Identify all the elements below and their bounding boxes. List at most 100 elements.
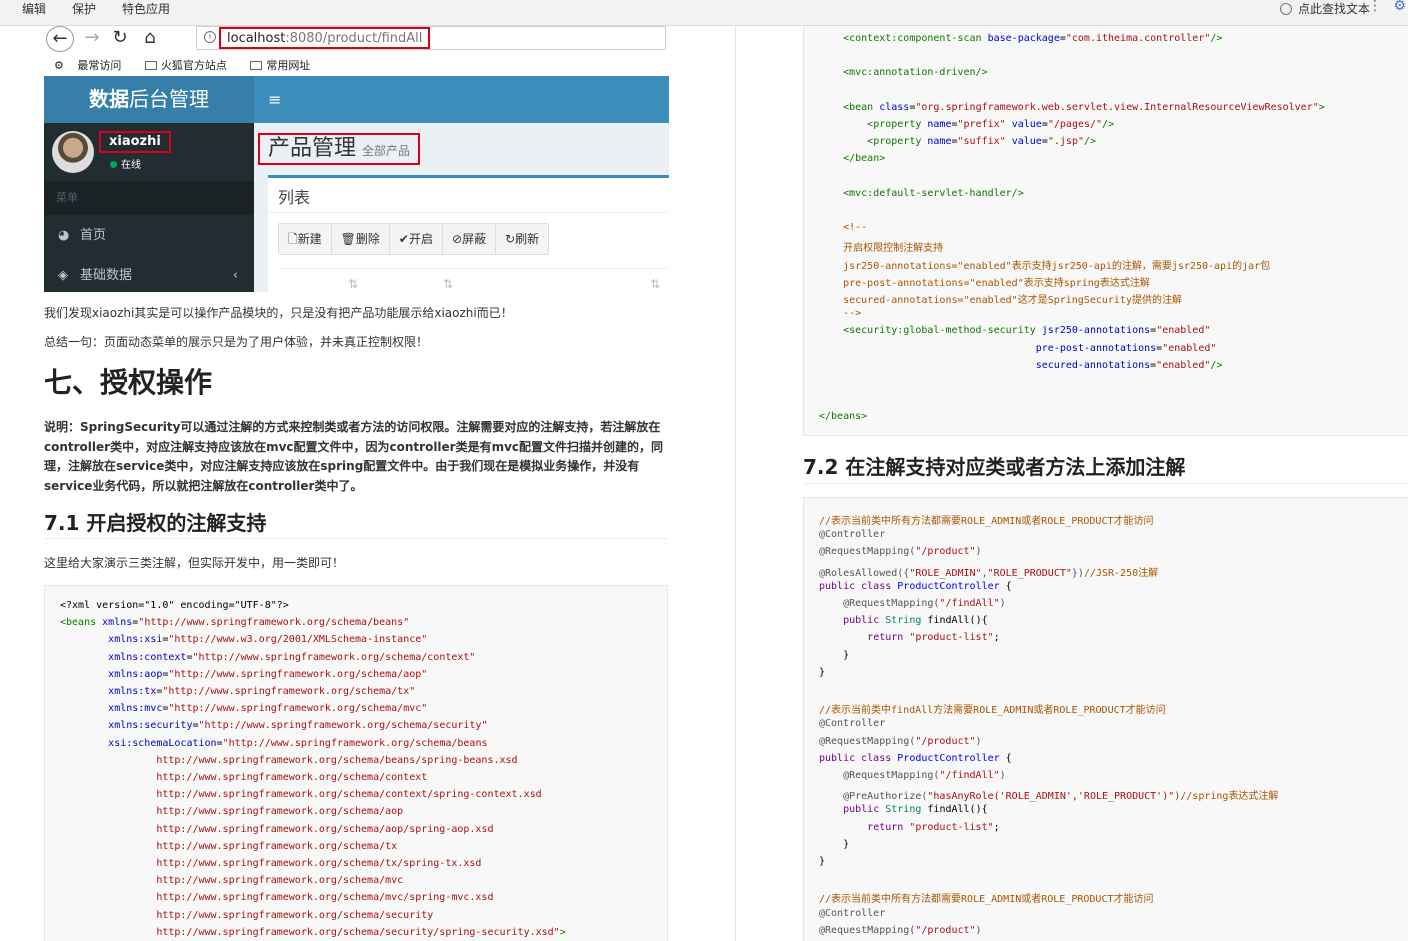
ban-icon: ⊘	[452, 232, 463, 246]
menu-edit[interactable]: 编辑	[22, 0, 46, 16]
find-text-button[interactable]: 点此查找文本	[1279, 0, 1370, 17]
folder-icon	[250, 61, 263, 70]
admin-sidebar: xiaozhi 在线 菜单 ◕ 首页 ◈ 基础数据 ‹	[44, 123, 254, 292]
code-token: pre-post-annotations="enabled"表示支持spring…	[843, 277, 1150, 289]
code-line: public String findAll(){	[819, 804, 988, 815]
code-token: //表示当前类中findAll方法需要ROLE_ADMIN或者ROLE_PROD…	[819, 705, 1166, 717]
code-token: public class	[819, 752, 898, 764]
delete-button: 🗑删除	[331, 224, 390, 254]
code-token: http://www.springframework.org/schema/se…	[60, 926, 560, 938]
code-token: xmlns:security	[108, 720, 193, 732]
code-line: http://www.springframework.org/schema/ao…	[60, 806, 403, 817]
code-line: <property name="prefix" value="/pages/"/…	[819, 119, 1114, 130]
admin-header-bar: ≡	[254, 76, 669, 123]
folder-icon	[144, 61, 157, 70]
list-box: 列表 🗋新建 🗑删除 ✔开启 ⊘屏蔽 ↻刷新 ⇅ ⇅ ⇅	[268, 175, 669, 292]
code-token: )	[999, 770, 1006, 781]
more-icon[interactable]: ⋮	[1368, 0, 1382, 14]
code-token: "http://www.springframework.org/schema/m…	[168, 703, 428, 715]
code-block-java: //表示当前类中所有方法都需要ROLE_ADMIN或者ROLE_PRODUCT才…	[803, 497, 1408, 941]
menu-features[interactable]: 特色应用	[122, 0, 170, 16]
code-token: "ROLE_PRODUCT"	[987, 567, 1072, 579]
code-token: )	[975, 546, 982, 558]
code-token: name	[927, 119, 952, 130]
code-token: </beans>	[819, 411, 868, 423]
code-line: @RolesAllowed({"ROLE_ADMIN","ROLE_PRODUC…	[819, 564, 1158, 579]
sidebar-item-home: ◕ 首页	[44, 217, 254, 255]
code-token: <security:global-method-security	[843, 325, 1042, 337]
code-token: />	[1210, 359, 1223, 371]
table-header: ⇅ ⇅ ⇅	[278, 268, 669, 292]
back-arrow-icon: ←	[46, 26, 74, 52]
reload-icon: ↻	[112, 27, 128, 48]
code-line: }	[819, 667, 825, 678]
code-line: pre-post-annotations="enabled"表示支持spring…	[819, 274, 1150, 289]
code-token: value	[1011, 119, 1042, 130]
sort-icon: ⇅	[443, 277, 454, 291]
bookmark-most-visited: ⚙ 最常访问	[54, 59, 131, 72]
code-token: -->	[843, 308, 862, 320]
code-token: @RequestMapping(	[819, 924, 916, 936]
code-token: <mvc:default-servlet-handler/>	[843, 187, 1024, 199]
code-token: "/findAll"	[939, 770, 1000, 781]
code-line: secured-annotations="enabled"/>	[819, 359, 1223, 371]
code-line: //表示当前类中findAll方法需要ROLE_ADMIN或者ROLE_PROD…	[819, 701, 1166, 716]
code-line: public class ProductController {	[819, 581, 1012, 592]
cube-icon: ◈	[58, 268, 68, 283]
code-token: name	[927, 136, 952, 148]
code-token: http://www.springframework.org/schema/be…	[60, 754, 518, 766]
code-line: secured-annotations="enabled"这才是SpringSe…	[819, 291, 1182, 306]
button-label: 新建	[297, 232, 322, 246]
code-token: "hasAnyRole('ROLE_ADMIN','ROLE_PRODUCT')…	[927, 791, 1175, 803]
code-line: public class ProductController {	[819, 753, 1012, 764]
settings-icon[interactable]: ⚙	[1393, 0, 1406, 14]
code-token: />	[1102, 119, 1115, 130]
page-title: 产品管理	[268, 136, 357, 161]
code-line: <context:component-scan base-package="co…	[819, 33, 1222, 44]
code-line: http://www.springframework.org/schema/se…	[60, 926, 565, 938]
code-line: //表示当前类中所有方法都需要ROLE_ADMIN或者ROLE_PRODUCT才…	[819, 890, 1154, 905]
code-token: "prefix"	[957, 119, 1006, 130]
code-token: "ROLE_ADMIN"	[909, 567, 982, 579]
code-line: //表示当前类中所有方法都需要ROLE_ADMIN或者ROLE_PRODUCT才…	[819, 512, 1154, 527]
code-token: <mvc:annotation-driven/>	[843, 67, 988, 79]
code-token: ProductController	[897, 580, 1000, 592]
menu-protect[interactable]: 保护	[72, 0, 96, 16]
url-path: :8080/product/findAll	[285, 31, 423, 46]
button-label: 屏蔽	[462, 232, 487, 246]
paragraph: 我们发现xiaozhi其实是可以操作产品模块的，只是没有把产品功能展示给xiao…	[44, 306, 513, 320]
code-token: <context:component-scan	[843, 33, 988, 44]
code-token: return	[867, 821, 910, 833]
code-token: public	[843, 615, 886, 627]
find-text-label: 点此查找文本	[1297, 2, 1370, 16]
code-line: jsr250-annotations="enabled"表示支持jsr250-a…	[819, 257, 1270, 272]
code-token: }	[819, 838, 850, 850]
code-token: ".jsp"	[1047, 136, 1084, 148]
code-token: http://www.springframework.org/schema/mv…	[60, 875, 404, 887]
code-token: "suffix"	[957, 136, 1006, 148]
status-label: 在线	[121, 160, 141, 171]
code-line: <bean class="org.springframework.web.ser…	[819, 102, 1325, 113]
code-token: http://www.springframework.org/schema/co…	[60, 772, 428, 783]
block-button: ⊘屏蔽	[443, 224, 497, 254]
code-token: //JSR-250注解	[1083, 567, 1159, 579]
code-token: public class	[819, 580, 898, 592]
code-line: -->	[819, 308, 861, 319]
code-token: }	[819, 856, 826, 867]
code-line: http://www.springframework.org/schema/mv…	[60, 875, 403, 886]
code-line: <beans xmlns="http://www.springframework…	[60, 617, 409, 628]
address-bar: i localhost:8080/product/findAll	[196, 26, 666, 50]
code-line: xmlns:tx="http://www.springframework.org…	[60, 686, 415, 697]
code-token: {	[999, 752, 1012, 764]
code-line: http://www.springframework.org/schema/tx	[60, 841, 397, 852]
